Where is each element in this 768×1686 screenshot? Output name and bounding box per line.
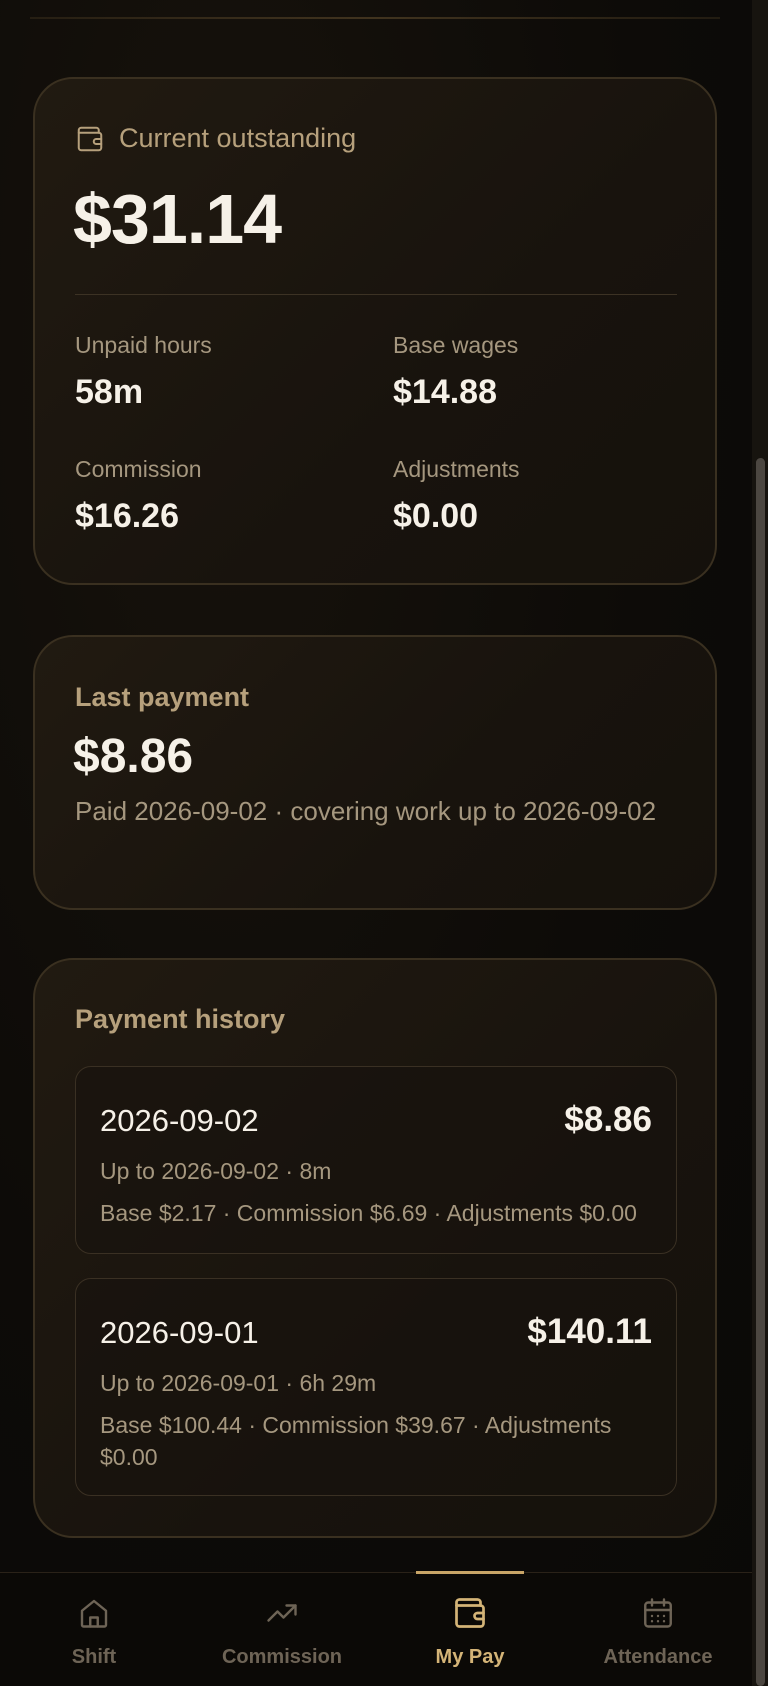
stat-value: 58m bbox=[75, 373, 144, 411]
stat-label: Commission bbox=[75, 456, 202, 482]
outstanding-header: Current outstanding bbox=[75, 123, 356, 154]
payment-history-card: Payment history 2026-09-02 $8.86 Up to 2… bbox=[33, 958, 717, 1538]
home-icon bbox=[76, 1595, 112, 1636]
last-payment-card: Last payment $8.86 Paid 2026-09-02 · cov… bbox=[33, 635, 717, 910]
stat-base-wages: Base wages $14.88 bbox=[393, 332, 518, 412]
last-payment-amount: $8.86 bbox=[73, 730, 194, 783]
payment-history-entry[interactable]: 2026-09-02 $8.86 Up to 2026-09-02 · 8m B… bbox=[75, 1066, 677, 1254]
entry-date: 2026-09-01 bbox=[100, 1315, 259, 1350]
entry-breakdown: Base $2.17 · Commission $6.69 · Adjustme… bbox=[100, 1200, 637, 1226]
stat-value: $0.00 bbox=[393, 497, 479, 535]
last-payment-note: Paid 2026-09-02 · covering work up to 20… bbox=[75, 796, 657, 826]
outstanding-title: Current outstanding bbox=[119, 123, 357, 153]
entry-period: Up to 2026-09-01 · 6h 29m bbox=[100, 1370, 377, 1396]
entry-amount: $8.86 bbox=[564, 1100, 652, 1139]
nav-label: Attendance bbox=[603, 1646, 713, 1668]
entry-amount: $140.11 bbox=[527, 1312, 652, 1351]
stat-value: $14.88 bbox=[393, 373, 497, 411]
stat-value: $16.26 bbox=[75, 497, 179, 535]
entry-date: 2026-09-02 bbox=[100, 1103, 259, 1138]
nav-item-attendance[interactable]: Attendance bbox=[564, 1573, 752, 1686]
top-divider bbox=[30, 17, 720, 19]
entry-period: Up to 2026-09-02 · 8m bbox=[100, 1158, 332, 1184]
trending-up-icon bbox=[264, 1595, 300, 1636]
nav-item-commission[interactable]: Commission bbox=[188, 1573, 376, 1686]
payment-history-entry[interactable]: 2026-09-01 $140.11 Up to 2026-09-01 · 6h… bbox=[75, 1278, 677, 1496]
stat-unpaid-hours: Unpaid hours 58m bbox=[75, 332, 212, 412]
wallet-icon bbox=[452, 1595, 488, 1636]
stat-label: Adjustments bbox=[393, 456, 520, 482]
stat-commission: Commission $16.26 bbox=[75, 456, 202, 536]
nav-label: Commission bbox=[221, 1646, 343, 1668]
stat-label: Unpaid hours bbox=[75, 332, 212, 358]
nav-label: Shift bbox=[71, 1646, 117, 1668]
bottom-nav: Shift Commission My Pay Attendance bbox=[0, 1571, 752, 1686]
nav-item-shift[interactable]: Shift bbox=[0, 1573, 188, 1686]
active-tab-indicator bbox=[416, 1571, 524, 1574]
my-pay-screen: Current outstanding $31.14 Unpaid hours … bbox=[0, 0, 768, 1686]
calendar-icon bbox=[640, 1595, 676, 1636]
stat-adjustments: Adjustments $0.00 bbox=[393, 456, 520, 536]
nav-item-my-pay[interactable]: My Pay bbox=[376, 1571, 564, 1686]
nav-label: My Pay bbox=[435, 1646, 505, 1668]
last-payment-title: Last payment bbox=[75, 682, 250, 712]
outstanding-amount: $31.14 bbox=[73, 180, 282, 258]
wallet-icon bbox=[75, 124, 105, 154]
entry-breakdown: Base $100.44 · Commission $39.67 · Adjus… bbox=[100, 1412, 612, 1470]
scrollbar-thumb[interactable] bbox=[756, 458, 765, 1686]
stat-label: Base wages bbox=[393, 332, 519, 358]
divider bbox=[75, 294, 677, 295]
outstanding-card: Current outstanding $31.14 Unpaid hours … bbox=[33, 77, 717, 585]
payment-history-title: Payment history bbox=[75, 1004, 286, 1034]
